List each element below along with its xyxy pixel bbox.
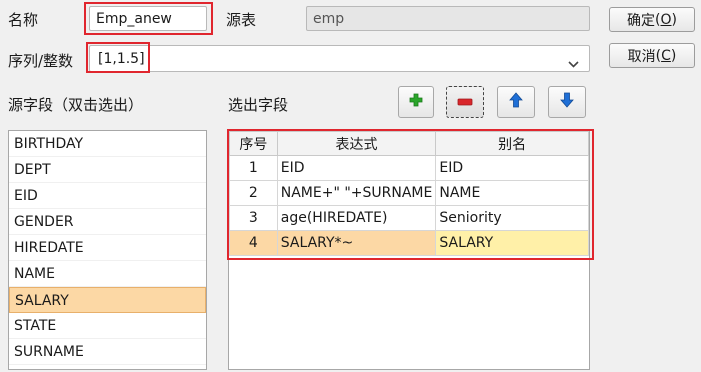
ok-button-key: O: [660, 11, 672, 28]
remove-field-button[interactable]: [446, 86, 484, 118]
move-up-button[interactable]: [497, 86, 535, 118]
arrow-down-icon: [560, 92, 574, 112]
cancel-button[interactable]: 取消(C): [609, 43, 695, 68]
list-item[interactable]: EID: [9, 183, 206, 209]
name-input[interactable]: Emp_anew: [89, 6, 207, 31]
selected-fields-title: 选出字段: [228, 96, 289, 114]
cancel-button-key: C: [661, 47, 671, 64]
cancel-button-label: 取消: [627, 48, 656, 65]
ok-button-label: 确定: [627, 12, 656, 29]
minus-icon: [457, 94, 473, 110]
list-item[interactable]: DEPT: [9, 157, 206, 183]
name-input-value: Emp_anew: [96, 10, 172, 27]
grid-highlight: [227, 129, 594, 260]
list-item[interactable]: BIRTHDAY: [9, 131, 206, 157]
chevron-down-icon[interactable]: [568, 56, 579, 71]
sequence-label: 序列/整数: [8, 52, 74, 70]
plus-icon: [409, 93, 423, 111]
list-item-selected[interactable]: SALARY: [9, 287, 206, 313]
source-fields-title: 源字段（双击选出）: [8, 96, 144, 114]
ok-button[interactable]: 确定(O): [609, 7, 695, 32]
list-item[interactable]: SURNAME: [9, 339, 206, 365]
name-label: 名称: [8, 11, 39, 29]
list-item[interactable]: STATE: [9, 313, 206, 339]
source-table-value: emp: [313, 10, 345, 27]
list-item[interactable]: GENDER: [9, 209, 206, 235]
source-table-field: emp: [306, 6, 590, 31]
add-field-button[interactable]: [398, 86, 434, 118]
move-down-button[interactable]: [548, 86, 586, 118]
sequence-highlight: [86, 42, 150, 73]
list-item[interactable]: NAME: [9, 261, 206, 287]
sequence-dropdown[interactable]: [1,1.5]: [89, 45, 590, 72]
source-fields-list[interactable]: BIRTHDAY DEPT EID GENDER HIREDATE NAME S…: [8, 130, 207, 370]
source-table-label: 源表: [226, 11, 257, 29]
list-item[interactable]: HIREDATE: [9, 235, 206, 261]
arrow-up-icon: [509, 92, 523, 112]
